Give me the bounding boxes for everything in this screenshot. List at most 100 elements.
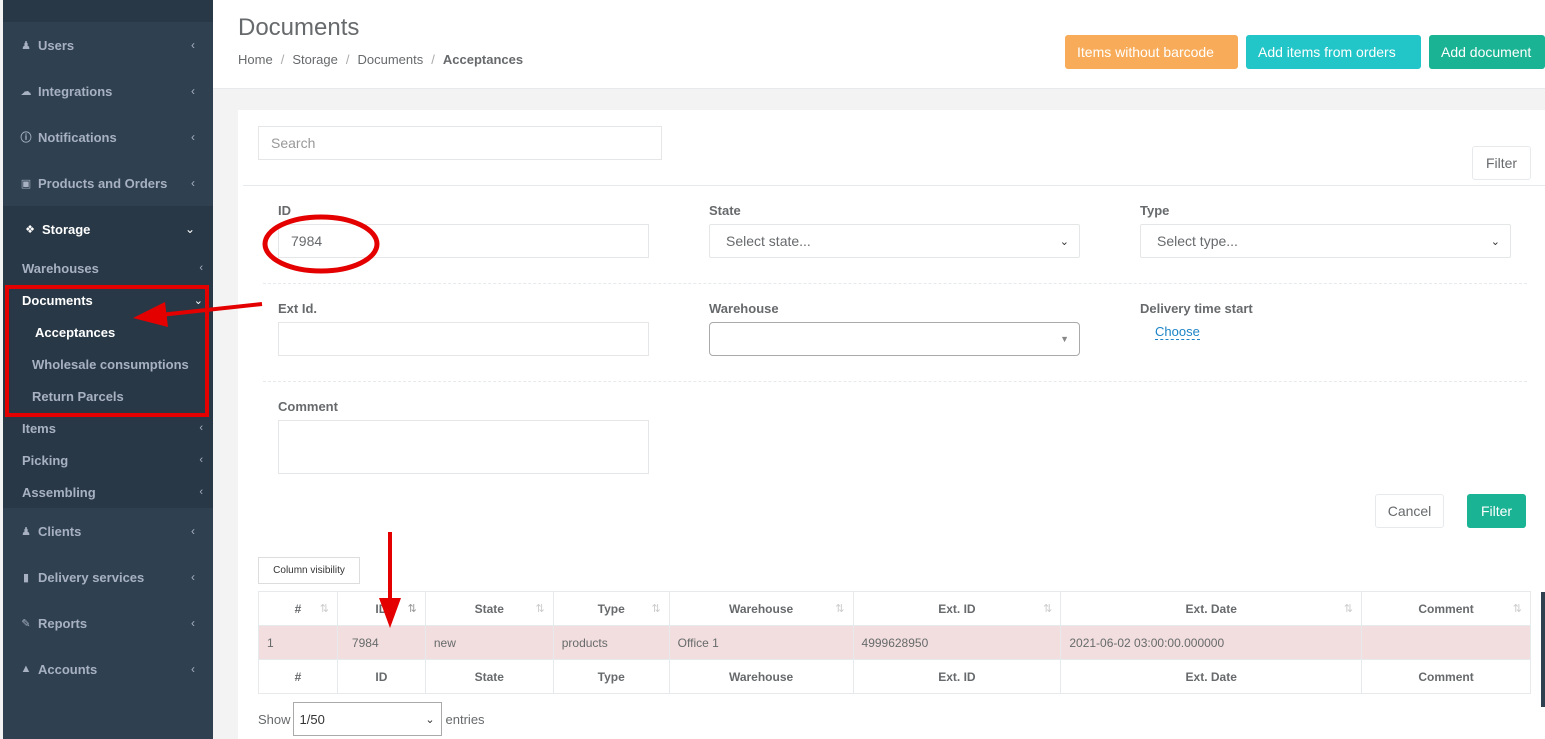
column-header[interactable]: Type ⇅	[552, 591, 670, 626]
column-header[interactable]: Comment ⇅	[1361, 591, 1531, 626]
table-cell	[1361, 625, 1531, 660]
column-header[interactable]: Warehouse ⇅	[668, 591, 854, 626]
chevron-left-icon: ‹	[191, 176, 195, 190]
column-visibility-button[interactable]: Column visibility	[258, 557, 360, 584]
column-footer: Ext. ID	[852, 659, 1062, 694]
warehouse-select[interactable]: ▼	[709, 322, 1080, 356]
sidebar-item-label: Users	[38, 37, 75, 53]
breadcrumb-separator: /	[345, 52, 350, 67]
delivery-choose-link[interactable]: Choose	[1155, 324, 1200, 340]
chevron-down-icon: ⌄	[184, 222, 195, 236]
sidebar-item-label: Delivery services	[38, 569, 145, 585]
breadcrumb-storage[interactable]: Storage	[292, 52, 338, 67]
cancel-button[interactable]: Cancel	[1375, 494, 1444, 528]
breadcrumb: Home / Storage / Documents / Acceptances	[238, 52, 523, 67]
info-icon: ⓘ	[20, 132, 32, 144]
column-header-label: Comment	[1418, 601, 1474, 616]
content-card: Search Filter ID 7984 State Select state…	[238, 110, 1545, 739]
column-header-label: Warehouse	[728, 601, 794, 616]
table-footer-row: # ID State Type Warehouse Ext. ID Ext. D…	[258, 659, 1531, 694]
chevron-left-icon: ‹	[191, 524, 195, 538]
caret-down-icon: ▼	[1060, 334, 1069, 344]
column-header-label: Ext. ID	[938, 601, 976, 616]
column-footer: Ext. Date	[1060, 659, 1363, 694]
documents-table: # ⇅ ID ⇅ State ⇅ Type ⇅ Warehouse ⇅ Ext. ID ⇅ …	[258, 591, 1531, 694]
truck-icon: ▮	[22, 571, 30, 584]
column-header[interactable]: Ext. ID ⇅	[852, 591, 1062, 626]
sidebar-item-label: Integrations	[38, 83, 113, 99]
sidebar-item-notifications[interactable]: ⓘ Notifications ‹	[3, 114, 213, 160]
ext-id-input[interactable]	[278, 322, 649, 356]
page-header: Documents Home / Storage / Documents / Accepta…	[213, 0, 1545, 89]
column-header-label: Type	[597, 601, 625, 616]
chevron-down-icon: ⌄	[425, 713, 435, 726]
sort-icon: ⇅	[651, 602, 661, 615]
column-footer: Warehouse	[668, 659, 854, 694]
filter-submit-button[interactable]: Filter	[1467, 494, 1526, 528]
chevron-left-icon: ‹	[191, 84, 195, 98]
comment-textarea[interactable]	[278, 420, 649, 474]
column-header[interactable]: ID ⇅	[336, 591, 426, 626]
page-length-control: Show 1/50 ⌄ entries	[258, 702, 485, 736]
table-cell: new	[424, 625, 554, 660]
add-document-button[interactable]: Add document	[1429, 35, 1545, 69]
type-select[interactable]: Select type... ⌄	[1140, 224, 1511, 258]
sidebar-item-users[interactable]: ♟ Users ‹	[3, 22, 213, 68]
show-label: Show	[258, 711, 291, 727]
sort-icon: ⇅	[1343, 602, 1354, 615]
sidebar-item-warehouses[interactable]: Warehouses ‹	[3, 252, 213, 284]
add-items-from-orders-button[interactable]: Add items from orders	[1246, 35, 1421, 69]
breadcrumb-documents[interactable]: Documents	[357, 52, 423, 67]
pencil-icon: ✎	[21, 617, 31, 630]
search-input[interactable]: Search	[258, 126, 662, 160]
sort-icon: ⇅	[1512, 602, 1522, 615]
sort-icon: ⇅	[319, 602, 329, 615]
column-header-label: #	[294, 601, 302, 616]
table-row[interactable]: 1 7984 new products Office 1 4999628950 …	[258, 625, 1531, 660]
sidebar-item-storage[interactable]: ❖ Storage ⌄	[3, 206, 213, 252]
chevron-left-icon: ‹	[191, 662, 195, 676]
chevron-left-icon: ‹	[199, 454, 203, 466]
page-length-select[interactable]: 1/50 ⌄	[292, 702, 442, 736]
sidebar-item-accounts[interactable]: ▲ Accounts ‹	[3, 646, 213, 692]
column-footer: State	[424, 659, 554, 694]
entries-label: entries	[445, 711, 485, 727]
breadcrumb-separator: /	[280, 52, 285, 67]
sort-desc-icon: ⇅	[407, 602, 417, 615]
column-footer: ID	[336, 659, 426, 694]
chevron-down-icon: ⌄	[1059, 235, 1069, 248]
sidebar-item-label: Items	[22, 420, 56, 436]
sidebar-item-label: Reports	[38, 615, 88, 631]
sidebar-item-label: Accounts	[38, 661, 98, 677]
sidebar-item-label: Warehouses	[22, 260, 99, 276]
column-header-label: ID	[375, 601, 388, 616]
graduation-icon: ▲	[20, 663, 32, 675]
sidebar-item-products-orders[interactable]: ▣ Products and Orders ‹	[3, 160, 213, 206]
sidebar-item-label: Clients	[38, 523, 82, 539]
filter-toggle-button[interactable]: Filter	[1472, 146, 1531, 180]
column-header-label: Ext. Date	[1185, 601, 1237, 616]
sidebar-item-integrations[interactable]: ☁ Integrations ‹	[3, 68, 213, 114]
sidebar-item-clients[interactable]: ♟ Clients ‹	[3, 508, 213, 554]
sidebar-item-label: Storage	[42, 221, 91, 237]
column-header[interactable]: State ⇅	[424, 591, 554, 626]
column-header[interactable]: # ⇅	[258, 591, 338, 626]
sidebar-item-assembling[interactable]: Assembling ‹	[3, 476, 213, 508]
sidebar-item-picking[interactable]: Picking ‹	[3, 444, 213, 476]
state-select[interactable]: Select state... ⌄	[709, 224, 1080, 258]
table-cell: 1	[258, 625, 338, 660]
column-header[interactable]: Ext. Date ⇅	[1060, 591, 1363, 626]
chevron-left-icon: ‹	[199, 262, 203, 274]
chevron-left-icon: ‹	[199, 486, 203, 498]
table-cell: 4999628950	[852, 625, 1062, 660]
type-select-value: Select type...	[1157, 233, 1238, 249]
id-input[interactable]: 7984	[278, 224, 649, 258]
sidebar-item-label: Assembling	[22, 484, 96, 500]
chevron-left-icon: ‹	[191, 130, 195, 144]
comment-label: Comment	[278, 399, 338, 414]
state-label: State	[709, 203, 741, 218]
items-without-barcode-button[interactable]: Items without barcode	[1065, 35, 1238, 69]
breadcrumb-home[interactable]: Home	[238, 52, 273, 67]
sidebar-item-delivery-services[interactable]: ▮ Delivery services ‹	[3, 554, 213, 600]
sidebar-item-reports[interactable]: ✎ Reports ‹	[3, 600, 213, 646]
